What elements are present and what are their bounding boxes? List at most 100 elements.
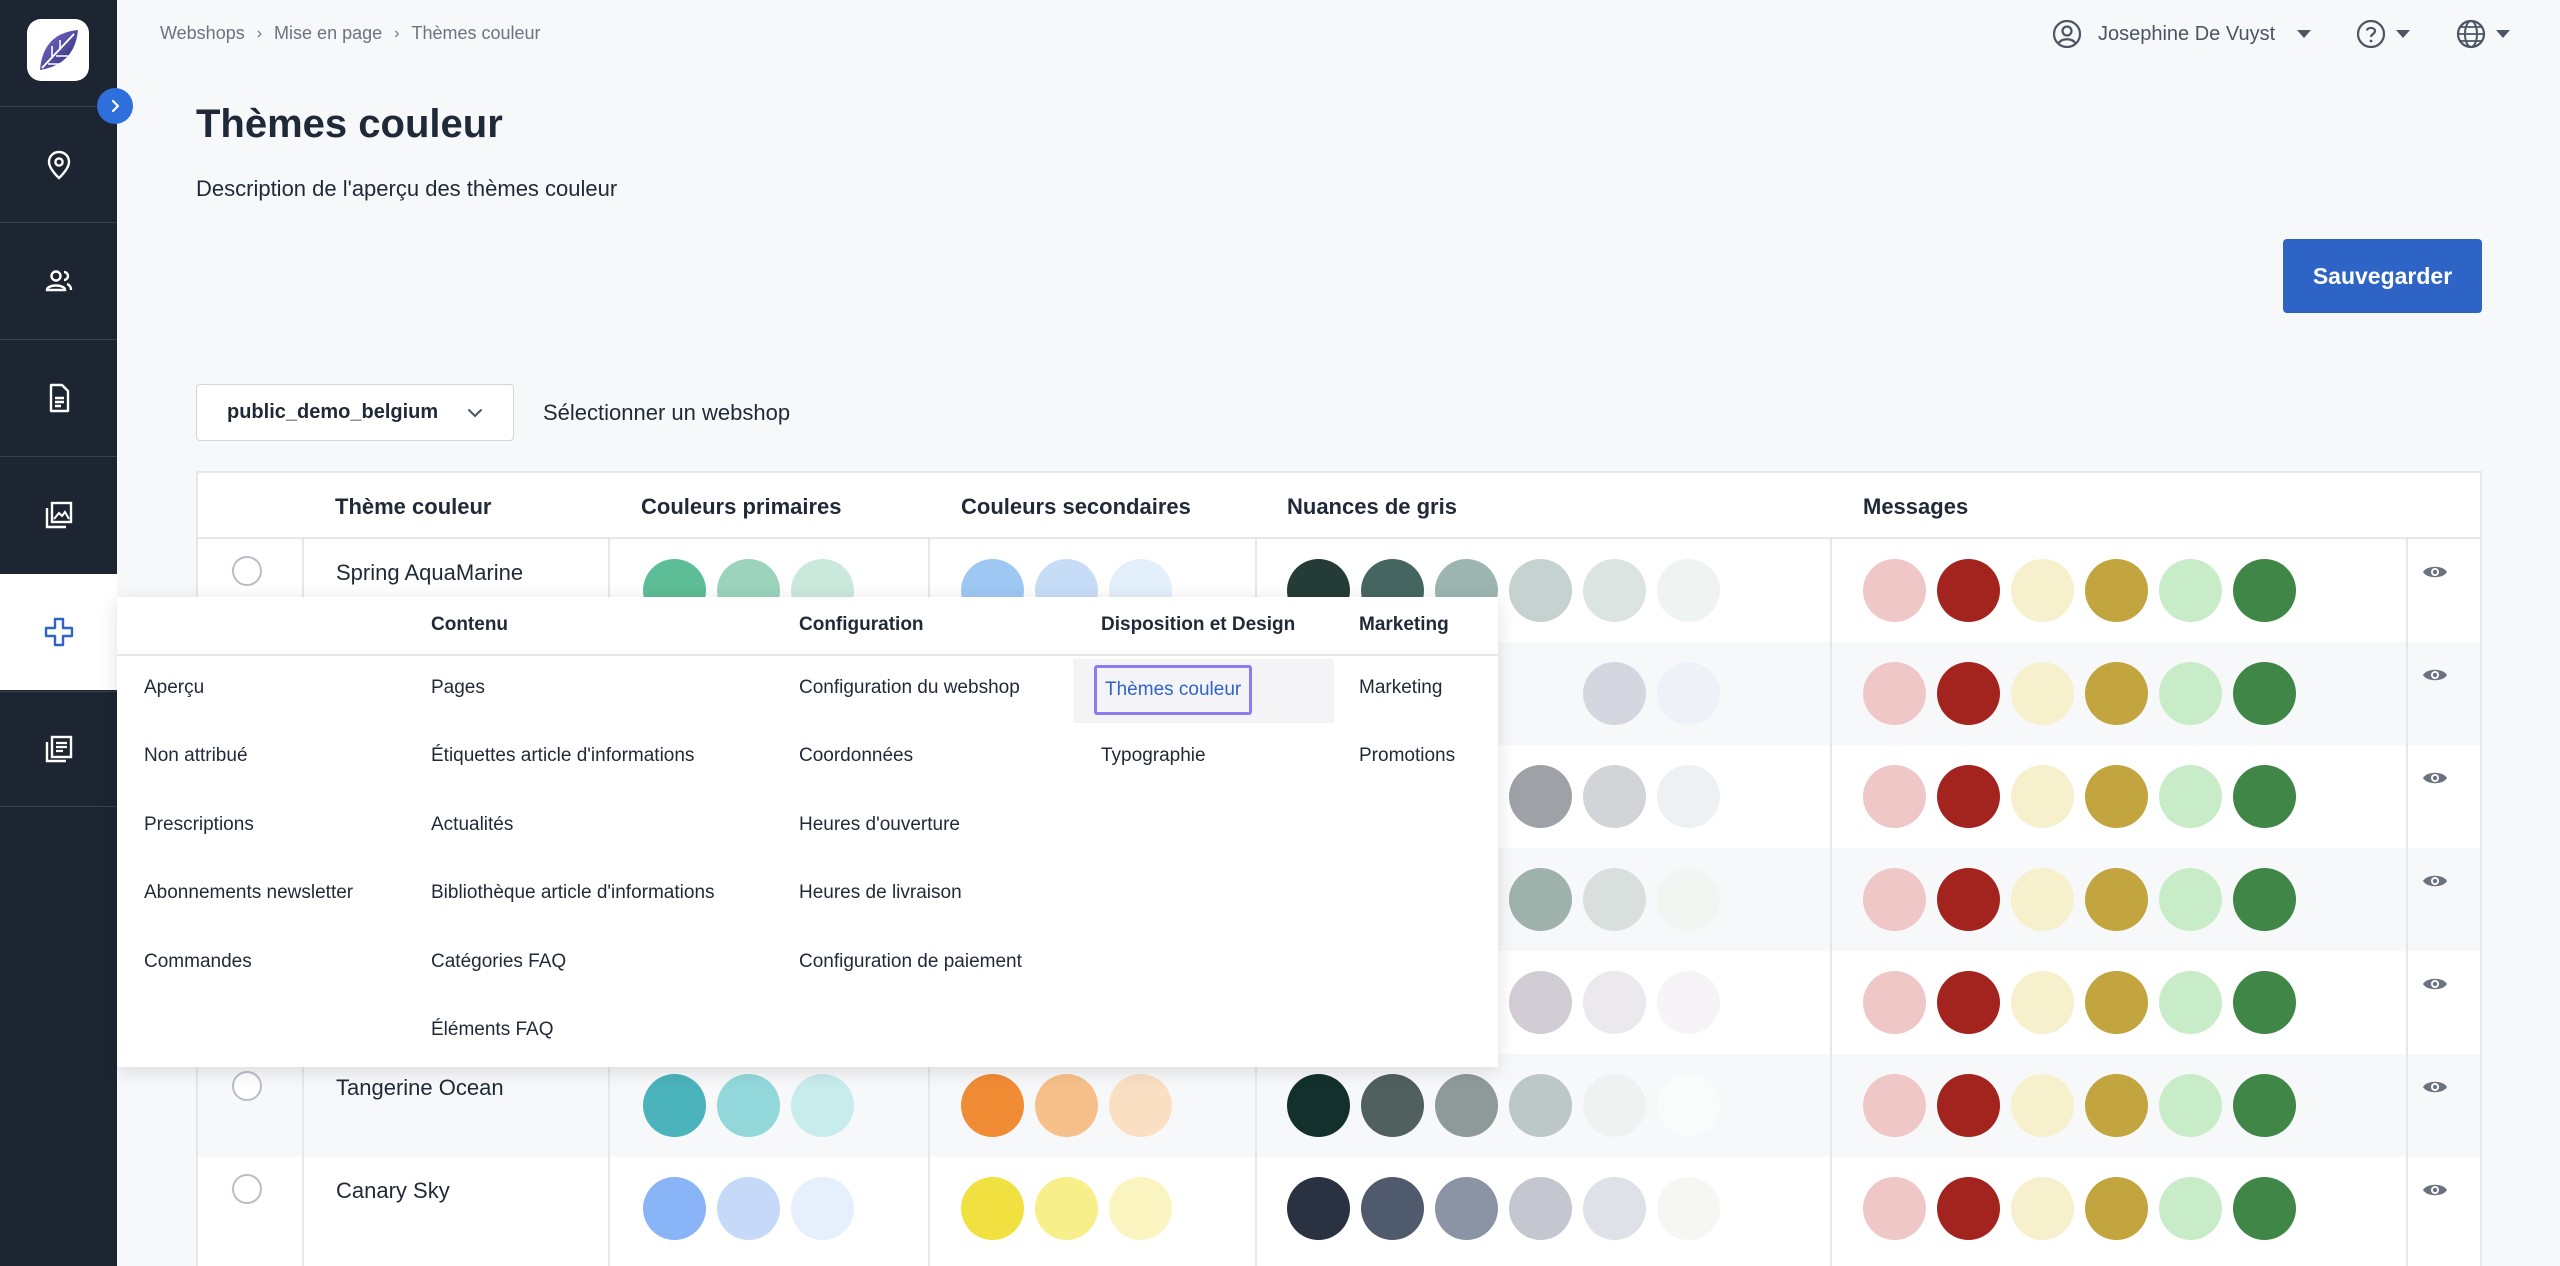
- secondary-swatches: [961, 1177, 1172, 1240]
- nav-item-users[interactable]: [0, 222, 117, 338]
- color-swatch: [2085, 662, 2148, 725]
- message-swatches: [1863, 1074, 2296, 1137]
- menu-item-marketing[interactable]: Marketing: [1359, 677, 1442, 699]
- help-icon: [2356, 19, 2386, 49]
- sidebar-expand-button[interactable]: [97, 88, 133, 124]
- color-swatch: [791, 1177, 854, 1240]
- color-swatch: [2085, 559, 2148, 622]
- gray-swatches: [1509, 765, 1720, 828]
- eye-icon[interactable]: [2422, 563, 2448, 581]
- color-swatch: [2011, 1177, 2074, 1240]
- menu-item-newsletter[interactable]: Abonnements newsletter: [144, 882, 353, 904]
- color-swatch: [2011, 971, 2074, 1034]
- theme-radio[interactable]: [232, 1071, 262, 1101]
- eye-icon[interactable]: [2422, 666, 2448, 684]
- color-swatch: [1509, 559, 1572, 622]
- webshop-select-value: public_demo_belgium: [227, 401, 439, 423]
- menu-item-delivery-hours[interactable]: Heures de livraison: [799, 882, 962, 904]
- menu-item-webshop-config[interactable]: Configuration du webshop: [799, 677, 1020, 699]
- menu-item-contact-details[interactable]: Coordonnées: [799, 745, 913, 767]
- menu-item-info-labels[interactable]: Étiquettes article d'informations: [431, 745, 694, 767]
- nav-item-documents[interactable]: [0, 339, 117, 455]
- color-swatch: [961, 1177, 1024, 1240]
- table-row[interactable]: Canary Sky: [198, 1157, 2480, 1260]
- color-swatch: [1583, 662, 1646, 725]
- color-swatch: [1361, 1074, 1424, 1137]
- color-swatch: [1863, 1177, 1926, 1240]
- nav-item-locations[interactable]: [0, 106, 117, 222]
- table-row[interactable]: Tangerine Ocean: [198, 1054, 2480, 1157]
- color-swatch: [2159, 868, 2222, 931]
- eye-icon[interactable]: [2422, 975, 2448, 993]
- menu-item-faq-elements[interactable]: Éléments FAQ: [431, 1019, 554, 1041]
- nav-item-webshops[interactable]: [0, 574, 117, 690]
- menu-item-pages[interactable]: Pages: [431, 677, 485, 699]
- menu-item-opening-hours[interactable]: Heures d'ouverture: [799, 814, 960, 836]
- color-swatch: [1583, 1177, 1646, 1240]
- menu-item-prescriptions[interactable]: Prescriptions: [144, 814, 254, 836]
- chevron-right-icon: [111, 99, 120, 113]
- color-swatch: [1583, 765, 1646, 828]
- primary-swatches: [643, 1177, 854, 1240]
- menu-item-payment-config[interactable]: Configuration de paiement: [799, 951, 1022, 973]
- color-swatch: [1509, 1074, 1572, 1137]
- color-swatch: [1937, 971, 2000, 1034]
- color-swatch: [1657, 559, 1720, 622]
- color-swatch: [2159, 1074, 2222, 1137]
- nav-item-media[interactable]: [0, 456, 117, 572]
- app-logo[interactable]: [27, 19, 89, 81]
- color-swatch: [1361, 1177, 1424, 1240]
- message-swatches: [1863, 1177, 2296, 1240]
- color-swatch: [643, 1177, 706, 1240]
- table-header: Thème couleur Couleurs primaires Couleur…: [198, 473, 2480, 539]
- message-swatches: [1863, 559, 2296, 622]
- eye-icon[interactable]: [2422, 1078, 2448, 1096]
- menu-item-promotions[interactable]: Promotions: [1359, 745, 1455, 767]
- language-menu[interactable]: [2456, 14, 2510, 54]
- message-swatches: [1863, 971, 2296, 1034]
- menu-heading-layout-design: Disposition et Design: [1101, 614, 1296, 635]
- menu-item-news[interactable]: Actualités: [431, 814, 513, 836]
- caret-down-icon: [2496, 30, 2510, 38]
- menu-heading-content: Contenu: [431, 614, 509, 635]
- color-swatch: [1937, 868, 2000, 931]
- menu-item-typography[interactable]: Typographie: [1101, 745, 1206, 767]
- secondary-swatches: [961, 1074, 1172, 1137]
- color-swatch: [717, 1177, 780, 1240]
- color-swatch: [1937, 765, 2000, 828]
- menu-item-color-themes[interactable]: Thèmes couleur: [1094, 665, 1253, 715]
- caret-down-icon: [2297, 30, 2312, 38]
- color-swatch: [2233, 868, 2296, 931]
- nav-item-catalog[interactable]: [0, 691, 117, 807]
- color-swatch: [2233, 1177, 2296, 1240]
- color-swatch: [1657, 971, 1720, 1034]
- color-swatch: [2159, 971, 2222, 1034]
- theme-radio[interactable]: [232, 1174, 262, 1204]
- gray-swatches: [1583, 662, 1720, 725]
- theme-name: Canary Sky: [336, 1178, 450, 1203]
- menu-item-orders[interactable]: Commandes: [144, 951, 252, 973]
- help-menu[interactable]: [2356, 14, 2410, 54]
- color-swatch: [1863, 1074, 1926, 1137]
- color-swatch: [1035, 1177, 1098, 1240]
- user-menu[interactable]: Josephine De Vuyst: [2052, 14, 2312, 54]
- eye-icon[interactable]: [2422, 1181, 2448, 1199]
- column-header-primary: Couleurs primaires: [641, 494, 842, 519]
- menu-item-info-library[interactable]: Bibliothèque article d'informations: [431, 882, 715, 904]
- caret-down-icon: [2396, 30, 2410, 38]
- color-swatch: [1435, 1177, 1498, 1240]
- save-button[interactable]: Sauvegarder: [2283, 239, 2482, 313]
- breadcrumb-layout[interactable]: Mise en page: [274, 23, 382, 44]
- theme-radio[interactable]: [232, 556, 262, 586]
- webshop-select[interactable]: public_demo_belgium: [196, 384, 514, 441]
- eye-icon[interactable]: [2422, 769, 2448, 787]
- menu-item-faq-categories[interactable]: Catégories FAQ: [431, 951, 566, 973]
- color-swatch: [2085, 1074, 2148, 1137]
- color-swatch: [1287, 1074, 1350, 1137]
- menu-item-overview[interactable]: Aperçu: [144, 677, 204, 699]
- list-icon: [45, 735, 72, 763]
- eye-icon[interactable]: [2422, 872, 2448, 890]
- menu-item-unassigned[interactable]: Non attribué: [144, 745, 248, 767]
- breadcrumb-webshops[interactable]: Webshops: [160, 23, 245, 44]
- color-swatch: [1937, 662, 2000, 725]
